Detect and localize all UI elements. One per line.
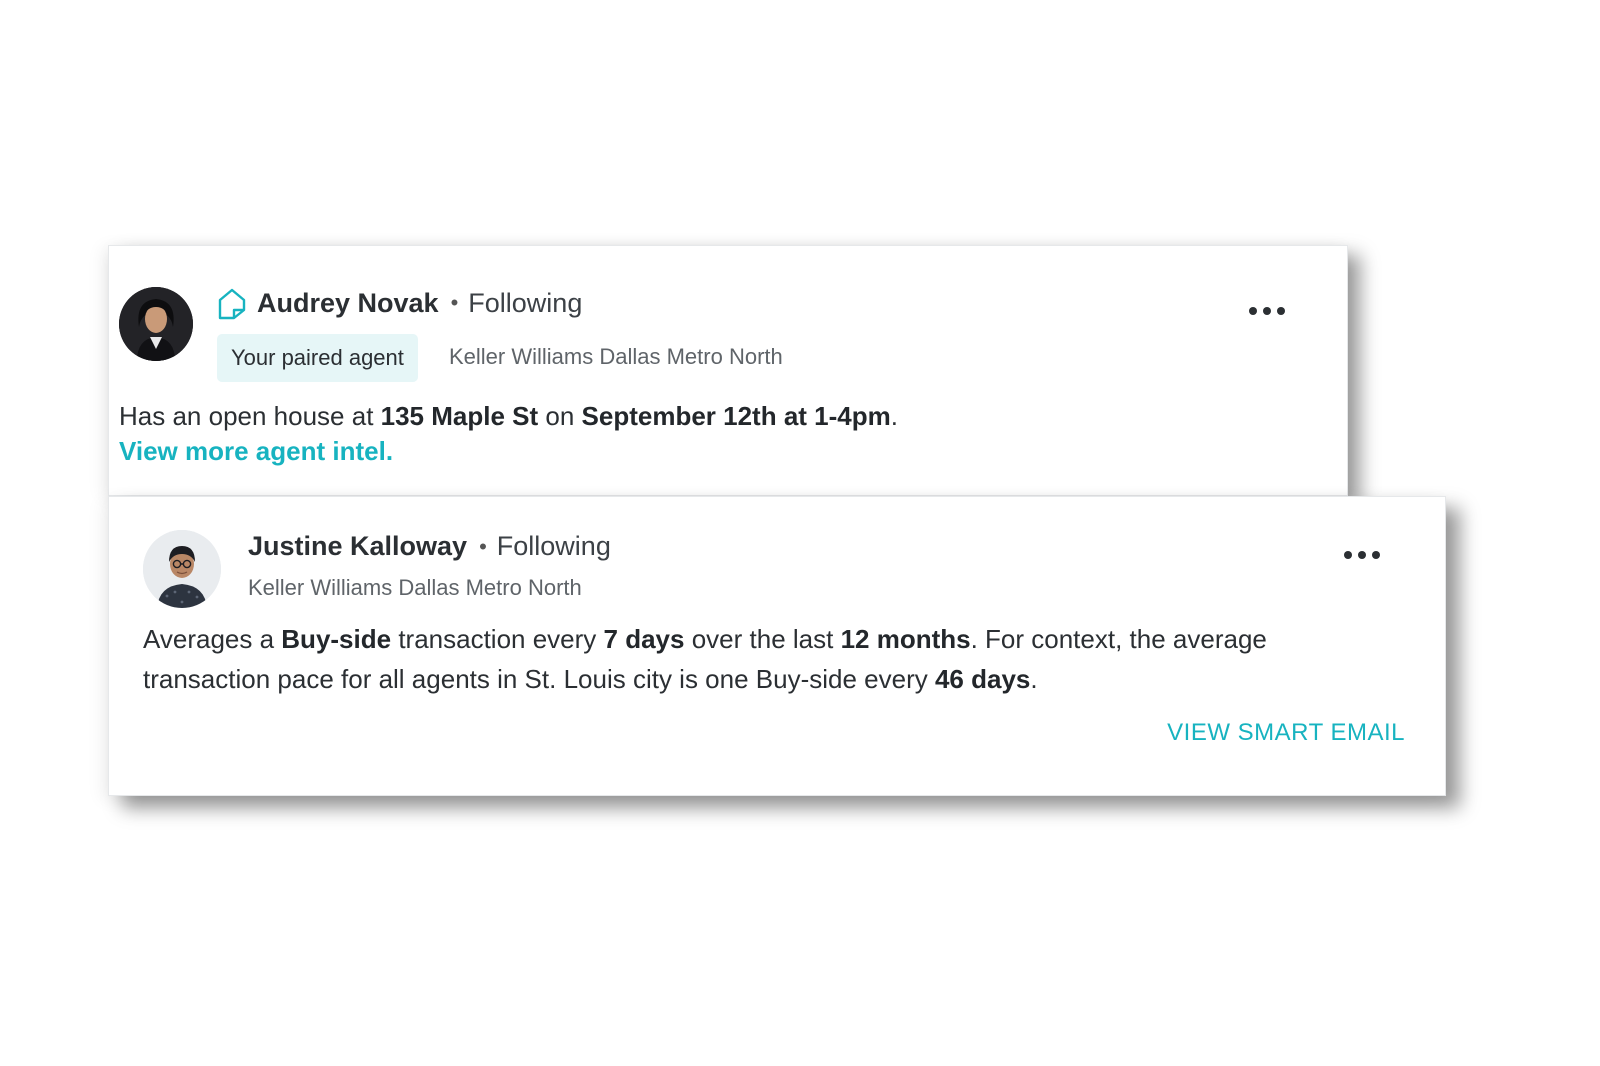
agent-photo-icon [143, 530, 221, 608]
message-text: over the last [684, 624, 841, 654]
more-options-icon[interactable] [1249, 301, 1285, 321]
message-period: 12 months [840, 624, 971, 654]
agent-header: Audrey Novak • Following [215, 286, 582, 320]
message-text: transaction every [391, 624, 604, 654]
avatar[interactable] [119, 287, 193, 361]
agent-name[interactable]: Audrey Novak [257, 288, 439, 319]
agent-activity-card: Justine Kalloway • Following Keller Will… [108, 496, 1446, 796]
agent-name[interactable]: Justine Kalloway [248, 531, 467, 562]
message-side: Buy-side [281, 624, 392, 654]
message-text: . [890, 401, 898, 431]
agent-activity-card: Audrey Novak • Following Your paired age… [108, 245, 1348, 496]
message-text: Has an open house at [119, 401, 381, 431]
message-address: 135 Maple St [380, 401, 539, 431]
message-date: September 12th at 1-4pm [581, 401, 891, 431]
separator-dot: • [450, 290, 459, 315]
message-text: Averages a [143, 624, 282, 654]
agent-header: Justine Kalloway • Following [248, 531, 611, 562]
brokerage-name: Keller Williams Dallas Metro North [449, 344, 783, 369]
badge-label: Your paired agent [231, 345, 404, 370]
view-smart-email-button[interactable]: VIEW SMART EMAIL [1167, 719, 1405, 747]
paired-agent-badge: Your paired agent [217, 334, 418, 382]
message-average: 46 days [934, 664, 1031, 694]
activity-message: Has an open house at 135 Maple St on Sep… [119, 396, 1259, 436]
activity-message: Averages a Buy-side transaction every 7 … [143, 619, 1343, 699]
brokerage-name: Keller Williams Dallas Metro North [248, 575, 582, 600]
message-pace: 7 days [603, 624, 685, 654]
feed-stage: Audrey Novak • Following Your paired age… [0, 0, 1600, 1066]
follow-status[interactable]: Following [497, 531, 611, 562]
separator-dot: • [479, 533, 487, 559]
more-options-icon[interactable] [1344, 545, 1380, 565]
message-text: on [538, 401, 582, 431]
message-text: . [1030, 664, 1038, 694]
agent-photo-icon [119, 287, 193, 361]
house-logo-icon [215, 286, 249, 320]
follow-status[interactable]: Following [468, 288, 582, 319]
view-agent-intel-link[interactable]: View more agent intel. [119, 436, 393, 467]
avatar[interactable] [143, 530, 221, 608]
